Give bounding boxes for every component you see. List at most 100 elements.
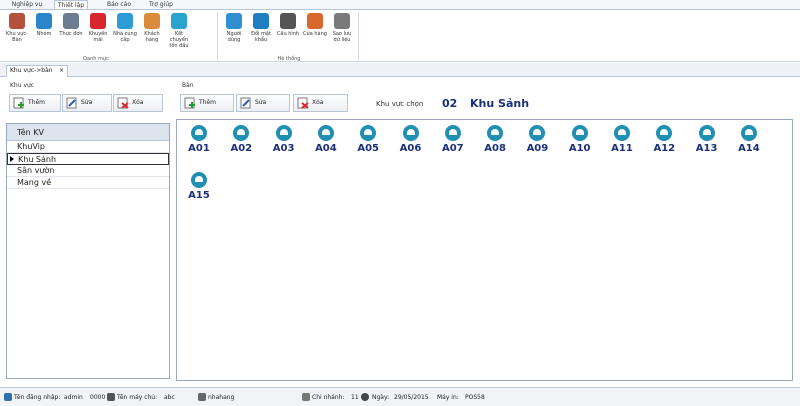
- table-tile-a07[interactable]: A07: [439, 125, 467, 161]
- table-label: A13: [695, 143, 718, 154]
- table-tile-a01[interactable]: A01: [185, 125, 213, 161]
- table-tile-a02[interactable]: A02: [227, 125, 255, 161]
- backup-icon: [334, 13, 350, 29]
- selected-area-label: Khu vực chọn: [376, 100, 424, 108]
- edit-area-button[interactable]: Sửa: [62, 94, 112, 112]
- ribbon-button-doi-mat-khau[interactable]: Đổi mật khẩu: [248, 13, 274, 55]
- menu-tab-tro-giup[interactable]: Trợ giúp: [146, 0, 176, 9]
- ribbon-separator: [358, 12, 359, 60]
- table-tile-a12[interactable]: A12: [650, 125, 678, 161]
- ribbon-button-label: Sao lưu dữ liệu: [332, 31, 352, 43]
- table-tile-a09[interactable]: A09: [523, 125, 551, 161]
- branch-icon: [302, 393, 310, 401]
- table-tile-a05[interactable]: A05: [354, 125, 382, 161]
- close-icon[interactable]: ×: [59, 66, 64, 76]
- table-tile-a04[interactable]: A04: [312, 125, 340, 161]
- table-label: A03: [272, 143, 295, 154]
- date-value: 29/05/2015: [394, 394, 429, 401]
- row-pointer-icon: [10, 156, 14, 162]
- table-icon: [233, 125, 250, 141]
- table-label: A07: [441, 143, 464, 154]
- add-icon: [184, 97, 195, 109]
- server-value: abc: [164, 394, 175, 401]
- store-icon: [307, 13, 323, 29]
- menu-tab-bao-cao[interactable]: Báo cáo: [104, 0, 134, 9]
- edit-area-label: Sửa: [81, 99, 93, 106]
- table-tile-a14[interactable]: A14: [735, 125, 763, 161]
- table-tile-a15[interactable]: A15: [185, 172, 213, 208]
- menu-tab-thiet-lap[interactable]: Thiết lập: [54, 0, 88, 9]
- table-icon: [529, 125, 546, 141]
- table-label: A04: [315, 143, 337, 154]
- table-tile-a10[interactable]: A10: [566, 125, 594, 161]
- edit-icon: [240, 97, 251, 109]
- ribbon-button-label: Kết chuyển tồn đầu: [169, 31, 189, 49]
- delete-area-button[interactable]: Xóa: [113, 94, 163, 112]
- ribbon-button-khach-hang[interactable]: Khách hàng: [139, 13, 165, 55]
- table-tile-a13[interactable]: A13: [693, 125, 721, 161]
- menu-icon: [63, 13, 79, 29]
- ribbon-button-label: Thực đơn: [59, 31, 83, 37]
- table-icon: [614, 125, 630, 141]
- table-label: A01: [188, 143, 210, 154]
- add-icon: [13, 97, 24, 109]
- ribbon-button-khu-vuc-ban[interactable]: Khu vực-Bàn: [4, 13, 30, 55]
- login-code: 0000: [90, 394, 106, 401]
- group-icon: [36, 13, 52, 29]
- ribbon-button-label: Cấu hình: [276, 31, 300, 37]
- user-icon: [226, 13, 242, 29]
- table-label: A08: [484, 143, 506, 154]
- ribbon-button-label: Đổi mật khẩu: [251, 31, 271, 43]
- add-area-label: Thêm: [28, 99, 46, 106]
- table-tile-a11[interactable]: A11: [608, 125, 636, 161]
- customer-icon: [144, 13, 160, 29]
- supplier-icon: [117, 13, 133, 29]
- table-icon: [191, 172, 207, 188]
- login-value: admin: [64, 394, 83, 401]
- table-tile-a08[interactable]: A08: [481, 125, 509, 161]
- area-row[interactable]: Sân vườn: [7, 165, 169, 177]
- status-bar: Tên đăng nhập: admin 0000 Tên máy chủ: a…: [0, 387, 800, 406]
- add-area-button[interactable]: Thêm: [9, 94, 61, 112]
- ribbon-button-nha-cung-cap[interactable]: Nhà cung cấp: [112, 13, 138, 55]
- menu-tab-nghiep-vu[interactable]: Nghiệp vụ: [8, 0, 46, 9]
- table-label: A15: [188, 190, 210, 201]
- table-tile-a03[interactable]: A03: [270, 125, 298, 161]
- area-row[interactable]: KhuVip: [7, 141, 169, 153]
- delete-table-button[interactable]: Xóa: [293, 94, 348, 112]
- add-table-label: Thêm: [199, 99, 217, 106]
- table-icon: [656, 125, 673, 141]
- area-panel-title: Khu vực: [10, 82, 35, 89]
- document-tab-khu-vuc-ban[interactable]: Khu vực->bàn ×: [6, 65, 68, 77]
- ribbon-button-label: Cửa hàng: [303, 31, 327, 37]
- area-row[interactable]: Mang về: [7, 177, 169, 189]
- ribbon-button-cua-hang[interactable]: Cửa hàng: [302, 13, 328, 55]
- ribbon-button-thuc-don[interactable]: Thực đơn: [58, 13, 84, 55]
- ribbon-button-cau-hinh[interactable]: Cấu hình: [275, 13, 301, 55]
- area-table-icon: [9, 13, 25, 29]
- ribbon: Khu vực-Bàn Nhóm Thực đơn Khuyến mãi Nhà cun…: [0, 9, 800, 62]
- table-label: A06: [399, 143, 422, 154]
- group-label-he-thong: Hệ thống: [277, 56, 301, 62]
- edit-table-button[interactable]: Sửa: [236, 94, 290, 112]
- ribbon-button-label: Người dùng: [226, 31, 242, 43]
- table-icon: [191, 125, 207, 141]
- table-label: A11: [611, 143, 633, 154]
- table-tile-a06[interactable]: A06: [397, 125, 425, 161]
- selected-area-name: Khu Sảnh: [470, 97, 530, 110]
- database-icon: [198, 393, 206, 401]
- ribbon-button-label: Nhóm: [36, 31, 52, 37]
- ribbon-button-khuyen-mai[interactable]: Khuyến mãi: [85, 13, 111, 55]
- database-value: nhahang: [208, 394, 235, 401]
- add-table-button[interactable]: Thêm: [180, 94, 234, 112]
- area-row-selected[interactable]: Khu Sảnh: [7, 153, 169, 165]
- server-icon: [107, 393, 115, 401]
- ribbon-button-ket-chuyen-ton-dau[interactable]: Kết chuyển tồn đầu: [166, 13, 192, 55]
- ribbon-button-label: Nhà cung cấp: [113, 31, 137, 43]
- server-label: Tên máy chủ:: [117, 394, 158, 401]
- ribbon-separator: [217, 12, 218, 60]
- ribbon-button-nguoi-dung[interactable]: Người dùng: [221, 13, 247, 55]
- ribbon-button-sao-luu-du-lieu[interactable]: Sao lưu dữ liệu: [329, 13, 355, 55]
- table-label: A14: [738, 143, 760, 154]
- ribbon-button-nhom[interactable]: Nhóm: [31, 13, 57, 55]
